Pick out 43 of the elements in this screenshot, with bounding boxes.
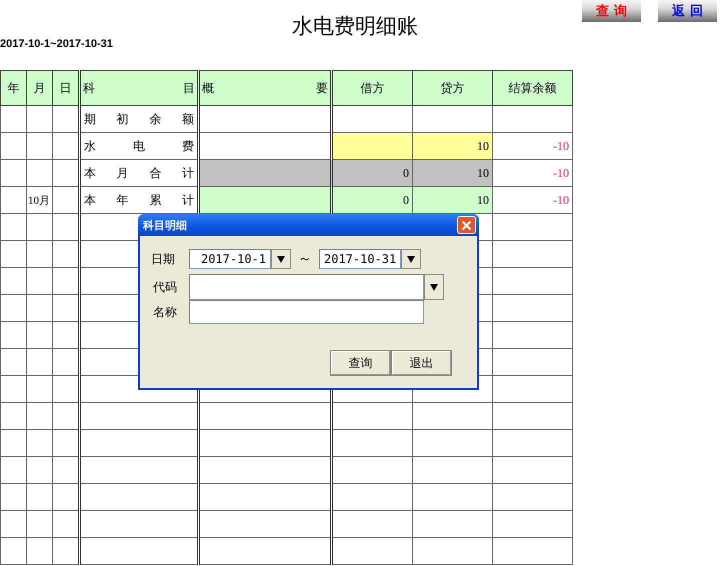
- table-cell: -10: [553, 166, 569, 180]
- column-header: 结算余额: [492, 70, 572, 106]
- column-header: 年: [0, 70, 26, 106]
- table-cell: 10: [477, 138, 489, 152]
- caret-icon: [430, 284, 438, 290]
- column-header: 日: [52, 70, 80, 106]
- date-field[interactable]: 2017-10-31: [319, 249, 401, 269]
- column-header: 概 要: [198, 70, 332, 106]
- date-field[interactable]: 2017-10-1: [189, 249, 271, 269]
- table-cell: 10: [477, 166, 489, 180]
- close-button[interactable]: [457, 216, 476, 234]
- table-cell: 0: [403, 166, 409, 180]
- dropdown-button[interactable]: [424, 274, 444, 300]
- table-cell: 本 月 合 计: [84, 166, 194, 180]
- separator: ～: [298, 250, 312, 268]
- dropdown-button[interactable]: [401, 249, 421, 269]
- field-label: 名称: [152, 304, 178, 320]
- field-label: 日期: [151, 250, 176, 268]
- table-cell: 水 电 费: [84, 138, 194, 152]
- column-header: 贷方: [412, 70, 492, 106]
- table-cell: 0: [403, 192, 409, 206]
- caret-icon: [407, 256, 415, 262]
- column-header: 月: [26, 70, 52, 106]
- dropdown-button[interactable]: [271, 249, 291, 269]
- name-field[interactable]: [189, 300, 424, 324]
- table-cell: 本 年 累 计: [84, 192, 194, 206]
- column-header: 科 目: [80, 70, 198, 106]
- report-title: 水电费明细账: [292, 13, 418, 38]
- table-cell: 10: [477, 192, 489, 206]
- caret-icon: [277, 256, 285, 262]
- close-icon: [461, 220, 472, 230]
- exit-button[interactable]: 退出: [391, 350, 452, 376]
- table-cell: -10: [553, 192, 569, 206]
- field-label: 代码: [152, 278, 178, 296]
- table-cell: 期 初 余 额: [84, 112, 194, 126]
- table-cell: -10: [553, 138, 569, 152]
- query-button[interactable]: 查询: [330, 350, 391, 376]
- back-button[interactable]: 返 回: [658, 0, 717, 22]
- table-cell: 10月: [28, 194, 50, 206]
- date-range: 2017-10-1~2017-10-31: [0, 38, 114, 52]
- code-field[interactable]: [189, 274, 424, 300]
- dialog-title: 科目明细: [143, 218, 187, 232]
- column-header: 借方: [332, 70, 412, 106]
